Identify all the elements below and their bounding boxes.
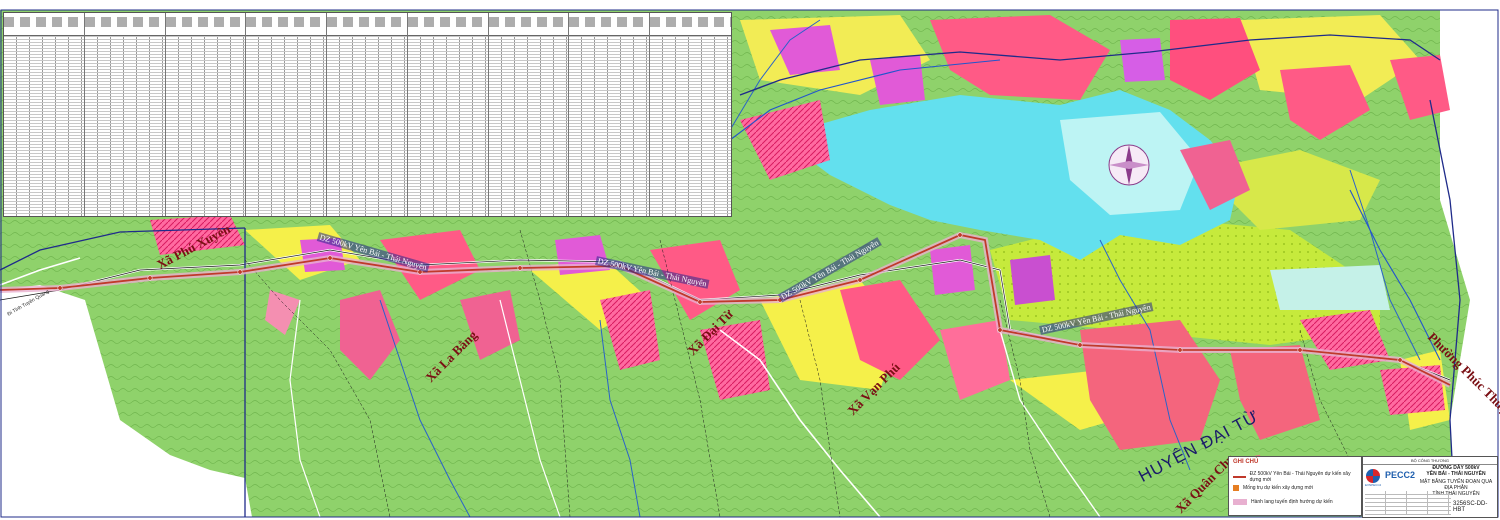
legend-title: GHI CHÚ bbox=[1233, 459, 1259, 465]
map-sheet: Xã Phú Xuyên Xã La Bằng Xã Đại Từ Xã Vạn… bbox=[0, 0, 1500, 520]
table-column bbox=[488, 13, 570, 216]
table-column bbox=[4, 13, 85, 216]
table-column bbox=[246, 13, 328, 216]
map-legend: GHI CHÚ ĐZ 500kV Yên Bái - Thái Nguyên d… bbox=[1228, 456, 1362, 516]
legend-item-label: ĐZ 500kV Yên Bái - Thái Nguyên dự kiến x… bbox=[1249, 471, 1351, 483]
table-column bbox=[407, 13, 489, 216]
signature-grid bbox=[1365, 491, 1451, 515]
corridor-swatch-icon bbox=[1233, 499, 1247, 505]
tower-swatch-icon bbox=[1233, 485, 1239, 491]
title-block: BỘ CÔNG THƯƠNG EVNPECC2 PECC2 ĐƯỜNG DÂY … bbox=[1362, 456, 1498, 518]
legend-item-label: Mống trụ dự kiến xây dựng mới bbox=[1243, 485, 1314, 491]
table-column bbox=[569, 13, 651, 216]
legend-item-tower: Mống trụ dự kiến xây dựng mới bbox=[1233, 485, 1313, 491]
evn-logo-icon bbox=[1366, 469, 1380, 483]
route-swatch-icon bbox=[1233, 476, 1246, 478]
table-column bbox=[650, 13, 731, 216]
legend-item-route: ĐZ 500kV Yên Bái - Thái Nguyên dự kiến x… bbox=[1233, 471, 1361, 483]
drawing-line-1: MẶT BẰNG TUYẾN ĐOẠN QUA ĐỊA PHẬN bbox=[1419, 479, 1493, 491]
evn-logo-text: EVNPECC2 bbox=[1365, 483, 1382, 487]
coordinate-table bbox=[3, 12, 732, 217]
table-column bbox=[165, 13, 247, 216]
table-column bbox=[84, 13, 166, 216]
legend-item-label: Hành lang tuyến định hướng dự kiến bbox=[1251, 499, 1333, 505]
project-line-2: YÊN BÁI - THÁI NGUYÊN bbox=[1426, 471, 1486, 477]
legend-item-corridor: Hành lang tuyến định hướng dự kiến bbox=[1233, 499, 1333, 505]
drawing-code: 3256SC-DD-HBT bbox=[1453, 501, 1488, 513]
table-column bbox=[327, 13, 408, 216]
logo-area: EVNPECC2 PECC2 bbox=[1365, 465, 1415, 487]
title-block-header: BỘ CÔNG THƯƠNG bbox=[1363, 457, 1497, 465]
pecc2-logo: PECC2 bbox=[1385, 470, 1416, 480]
compass-rose-icon bbox=[1104, 140, 1154, 190]
project-name: ĐƯỜNG DÂY 500kV YÊN BÁI - THÁI NGUYÊN bbox=[1417, 465, 1495, 477]
